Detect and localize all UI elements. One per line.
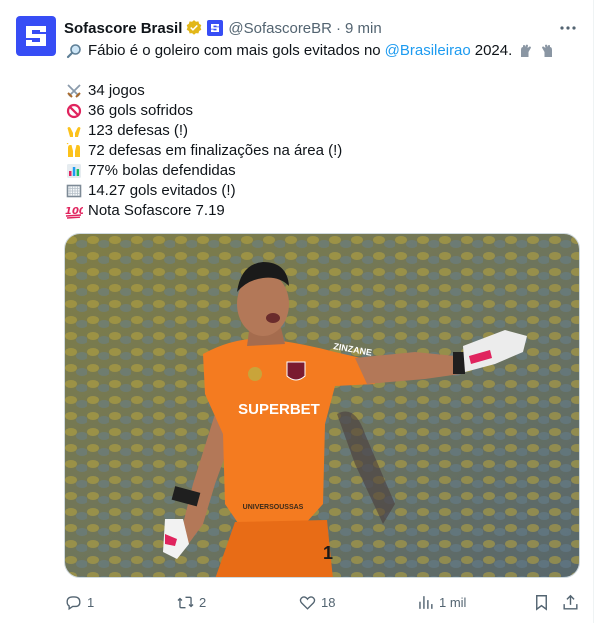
raised-hands-icon bbox=[64, 141, 84, 161]
affiliate-badge-icon[interactable] bbox=[207, 20, 224, 36]
glove-icon bbox=[516, 41, 536, 61]
mention-link[interactable]: @Brasileirao bbox=[385, 41, 471, 61]
shirt-sponsor: SUPERBET bbox=[238, 401, 320, 418]
stat-text: 14.27 gols evitados (!) bbox=[88, 182, 236, 199]
share-icon bbox=[563, 594, 578, 610]
stat-line: 100 Nota Sofascore 7.19 bbox=[64, 201, 580, 221]
intro-text-end: 2024. bbox=[474, 42, 513, 59]
views-icon bbox=[419, 595, 433, 609]
like-count: 18 bbox=[321, 594, 336, 610]
stat-text: 77% bolas defendidas bbox=[88, 162, 236, 179]
goalkeeper-photo: SUPERBET ZINZANE UNIVERSOUSSAS 1 bbox=[65, 234, 579, 577]
author-handle[interactable]: @SofascoreBR bbox=[228, 20, 332, 37]
author-name[interactable]: Sofascore Brasil bbox=[64, 20, 182, 37]
repost-count: 2 bbox=[199, 594, 207, 610]
stat-text: 36 gols sofridos bbox=[88, 102, 194, 119]
action-bar: 1 2 18 1 mil bbox=[64, 590, 584, 614]
heart-icon bbox=[299, 595, 316, 610]
prohibited-icon bbox=[64, 101, 84, 121]
crossed-swords-icon bbox=[64, 81, 84, 101]
reply-count: 1 bbox=[87, 594, 95, 610]
glove-icon-2 bbox=[537, 41, 557, 61]
verified-badge-icon[interactable] bbox=[185, 19, 203, 37]
timestamp[interactable]: 9 min bbox=[345, 20, 382, 37]
magnifier-icon bbox=[64, 41, 84, 61]
like-button[interactable]: 18 bbox=[298, 590, 335, 614]
goal-net-icon bbox=[64, 181, 84, 201]
stat-text: Nota Sofascore 7.19 bbox=[88, 202, 225, 219]
sofascore-logo-icon bbox=[26, 26, 46, 46]
stat-line: 36 gols sofridos bbox=[64, 101, 580, 121]
tweet-text: Fábio é o goleiro com mais gols evitados… bbox=[64, 41, 580, 221]
stat-line: 123 defesas (!) bbox=[64, 121, 580, 141]
tweet[interactable]: Sofascore Brasil @SofascoreBR · 9 min Fá… bbox=[0, 0, 594, 623]
stat-text: 34 jogos bbox=[88, 82, 145, 99]
bar-chart-icon bbox=[64, 161, 84, 181]
stat-text: 123 defesas (!) bbox=[88, 122, 189, 139]
intro-text: Fábio é o goleiro com mais gols evitados… bbox=[88, 42, 381, 59]
more-options-icon[interactable] bbox=[558, 18, 578, 38]
separator-dot: · bbox=[336, 19, 341, 37]
open-hands-icon bbox=[64, 121, 84, 141]
bookmark-button[interactable] bbox=[532, 590, 551, 614]
tweet-line-intro: Fábio é o goleiro com mais gols evitados… bbox=[64, 41, 580, 61]
avatar[interactable] bbox=[16, 16, 56, 56]
stat-line: 77% bolas defendidas bbox=[64, 161, 580, 181]
tweet-photo[interactable]: SUPERBET ZINZANE UNIVERSOUSSAS 1 bbox=[64, 233, 580, 578]
stat-line: 72 defesas em finalizações na área (!) bbox=[64, 141, 580, 161]
hundred-points-icon: 100 bbox=[64, 201, 84, 221]
reply-icon bbox=[66, 595, 81, 610]
bookmark-icon bbox=[536, 594, 547, 611]
shirt-number: 1 bbox=[323, 543, 333, 563]
stat-line: 14.27 gols evitados (!) bbox=[64, 181, 580, 201]
repost-button[interactable]: 2 bbox=[176, 590, 206, 614]
views-button[interactable]: 1 mil bbox=[416, 590, 466, 614]
stat-text: 72 defesas em finalizações na área (!) bbox=[88, 142, 343, 159]
share-button[interactable] bbox=[561, 590, 580, 614]
views-count: 1 mil bbox=[439, 594, 467, 610]
stat-line: 34 jogos bbox=[64, 81, 580, 101]
reply-button[interactable]: 1 bbox=[64, 590, 94, 614]
tweet-header: Sofascore Brasil @SofascoreBR · 9 min bbox=[64, 18, 382, 38]
repost-icon bbox=[177, 596, 194, 608]
shirt-text-bottom: UNIVERSOUSSAS bbox=[243, 504, 304, 511]
